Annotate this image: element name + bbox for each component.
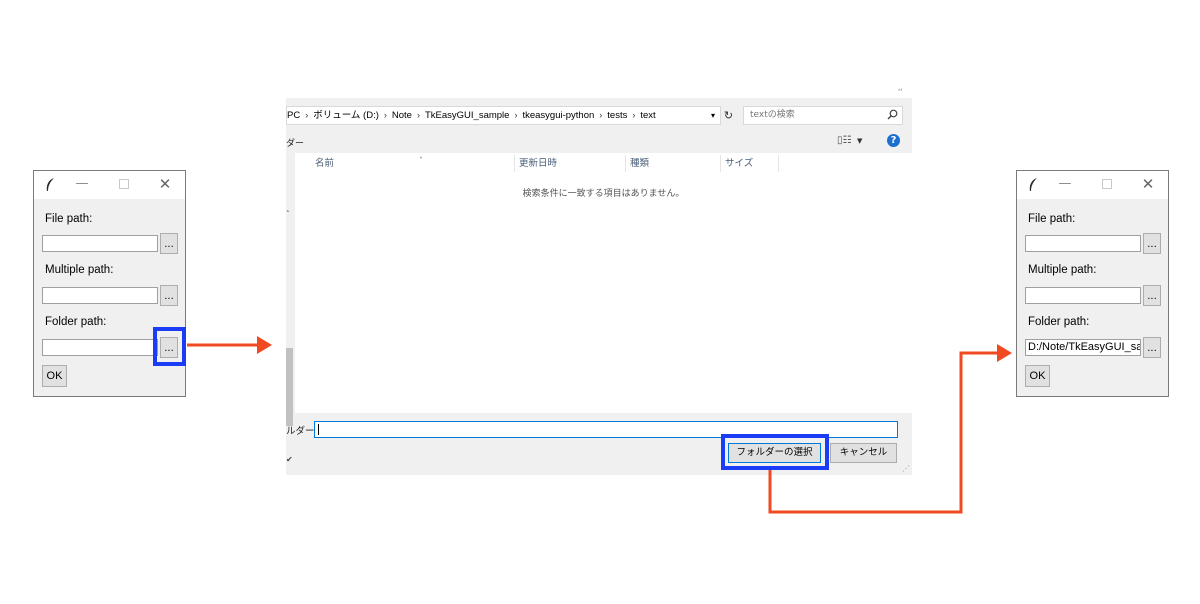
arrow-to-result — [768, 344, 1012, 514]
flow-arrows — [187, 336, 1012, 514]
arrow-to-dialog — [187, 336, 272, 354]
